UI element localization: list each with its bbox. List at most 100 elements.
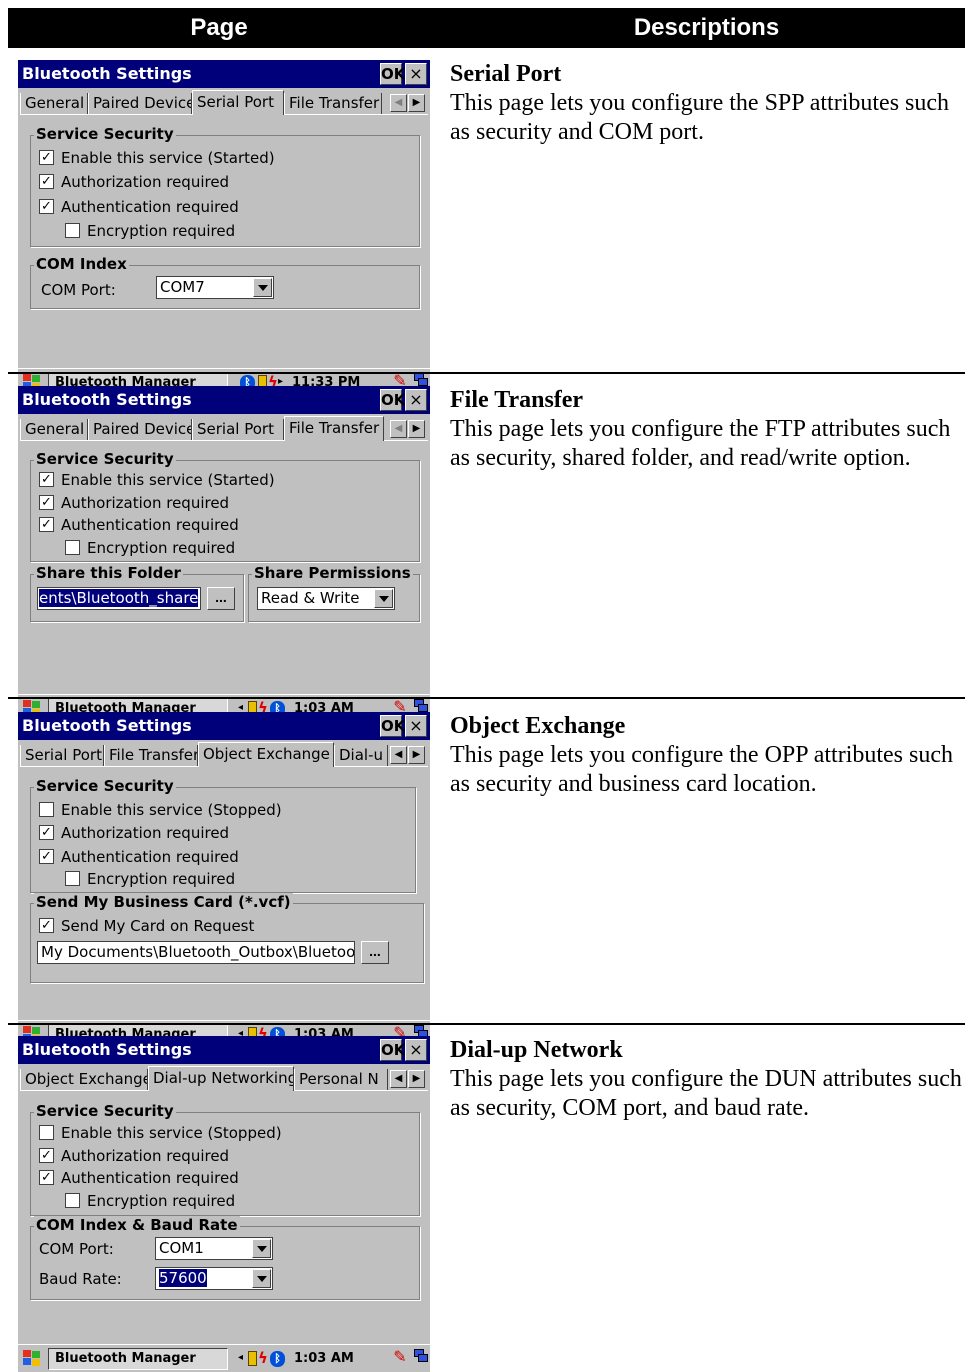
group-label: Send My Business Card (*.vcf) (34, 893, 293, 911)
input-panel-icon[interactable]: ✎ (390, 1349, 410, 1367)
group-service-security: Service Security ✓ Enable this service (S… (30, 450, 420, 562)
tab-personal-network[interactable]: Personal N (294, 1069, 388, 1090)
com-port-value: COM1 (159, 1239, 204, 1257)
start-icon[interactable] (23, 1350, 41, 1366)
close-button[interactable]: × (405, 63, 427, 85)
checkbox-icon: ✓ (39, 472, 54, 487)
checkbox-label: Enable this service (Started) (61, 149, 275, 167)
group-service-security: Service Security Enable this service (St… (30, 777, 416, 893)
tab-scroll-right-icon[interactable]: ▶ (408, 94, 425, 112)
desktop-icon[interactable] (414, 1349, 429, 1367)
card-path-value: My Documents\Bluetooth_Outbox\Bluetooth (41, 943, 355, 961)
window-title: Bluetooth Settings (22, 390, 192, 409)
tab-file-transfer[interactable]: File Transfer (104, 745, 198, 766)
group-label: Share this Folder (34, 564, 183, 582)
ok-button[interactable]: OK (380, 1039, 405, 1061)
tab-dial-up-networking[interactable]: Dial-up Networking (148, 1066, 294, 1091)
window-title: Bluetooth Settings (22, 1040, 192, 1059)
checkbox-icon: ✓ (39, 825, 54, 840)
clock[interactable]: 1:03 AM (294, 1348, 354, 1370)
permissions-select[interactable]: Read & Write (257, 587, 395, 610)
tab-scroll-left-icon[interactable]: ◀ (390, 94, 407, 112)
window-title: Bluetooth Settings (22, 64, 192, 83)
tab-scroll-left-icon[interactable]: ◀ (390, 746, 407, 764)
baud-rate-label: Baud Rate: (39, 1270, 122, 1288)
checkbox-label: Send My Card on Request (61, 917, 255, 935)
tab-file-transfer[interactable]: File Transfer (284, 93, 382, 114)
group-label: COM Index & Baud Rate (34, 1216, 240, 1234)
title-bar: Bluetooth Settings OK × (18, 1036, 430, 1064)
tab-scroll-left-icon[interactable]: ◀ (390, 1070, 407, 1088)
tab-scroll-right-icon[interactable]: ▶ (408, 420, 425, 438)
group-label: Share Permissions (252, 564, 413, 582)
checkbox-label: Authorization required (61, 173, 230, 191)
row-dial-up-network: Bluetooth Settings OK × Object Exchange … (8, 1036, 965, 1372)
checkbox-icon: ✓ (39, 495, 54, 510)
row-object-exchange: Bluetooth Settings OK × Serial Port File… (8, 712, 965, 1048)
checkbox-icon (65, 1193, 80, 1208)
ok-button[interactable]: OK (380, 389, 405, 411)
checkbox-icon (39, 1125, 54, 1140)
group-com-baud: COM Index & Baud Rate COM Port: COM1 Bau… (30, 1216, 420, 1300)
browse-folder-button[interactable]: ... (207, 587, 235, 610)
close-button[interactable]: × (405, 715, 427, 737)
checkbox-icon (65, 871, 80, 886)
ok-button[interactable]: OK (380, 63, 405, 85)
checkbox-label: Enable this service (Stopped) (61, 801, 282, 819)
description-object-exchange: Object Exchange This page lets you confi… (450, 712, 965, 799)
tab-object-exchange[interactable]: Object Exchange (20, 1069, 148, 1090)
tab-dial-up[interactable]: Dial-u (334, 745, 388, 766)
tab-file-transfer[interactable]: File Transfer (284, 416, 384, 441)
checkbox-label: Enable this service (Started) (61, 471, 275, 489)
screenshot-dial-up-network: Bluetooth Settings OK × Object Exchange … (18, 1036, 430, 1372)
ok-button[interactable]: OK (380, 715, 405, 737)
permissions-value: Read & Write (261, 589, 360, 607)
folder-path-field[interactable]: ents\Bluetooth_share (37, 587, 201, 610)
com-port-select[interactable]: COM7 (156, 276, 274, 299)
tab-serial-port[interactable]: Serial Port (20, 745, 104, 766)
description-text: This page lets you configure the SPP att… (450, 90, 950, 145)
table-header: Page Descriptions (8, 8, 965, 48)
tray-arrow-icon[interactable]: ◂ (238, 1349, 243, 1367)
tab-general[interactable]: General (20, 419, 88, 440)
bluetooth-icon[interactable]: ᛒ (270, 1351, 285, 1367)
close-button[interactable]: × (405, 389, 427, 411)
battery-icon[interactable] (248, 1351, 257, 1366)
browse-card-button[interactable]: ... (361, 941, 389, 964)
group-label: Service Security (34, 1102, 176, 1120)
title-bar: Bluetooth Settings OK × (18, 60, 430, 88)
tab-scroll-right-icon[interactable]: ▶ (408, 746, 425, 764)
card-path-field[interactable]: My Documents\Bluetooth_Outbox\Bluetooth (37, 941, 355, 964)
checkbox-label: Authorization required (61, 824, 230, 842)
taskbar: Bluetooth Manager ◂ ϟ ᛒ 1:03 AM ✎ (18, 1344, 430, 1372)
checkbox-label: Enable this service (Stopped) (61, 1124, 282, 1142)
tab-paired-device[interactable]: Paired Device (88, 419, 192, 440)
tab-serial-port[interactable]: Serial Port (192, 419, 284, 440)
baud-rate-select[interactable]: 57600 (155, 1267, 273, 1290)
tab-scroll-left-icon[interactable]: ◀ (390, 420, 407, 438)
checkbox-label: Encryption required (87, 870, 236, 888)
group-share-folder: Share this Folder ents\Bluetooth_share .… (30, 564, 244, 622)
taskbar-app-button[interactable]: Bluetooth Manager (48, 1348, 228, 1370)
checkbox-icon: ✓ (39, 918, 54, 933)
tab-paired-device[interactable]: Paired Device (88, 93, 192, 114)
group-label: Service Security (34, 777, 176, 795)
checkbox-label: Encryption required (87, 539, 236, 557)
checkbox-icon: ✓ (39, 1170, 54, 1185)
tab-object-exchange[interactable]: Object Exchange (198, 742, 334, 767)
com-port-select[interactable]: COM1 (155, 1237, 273, 1260)
checkbox-icon: ✓ (39, 199, 54, 214)
tab-serial-port[interactable]: Serial Port (192, 90, 284, 115)
com-port-value: COM7 (160, 278, 205, 296)
group-service-security: Service Security ✓ Enable this service (S… (30, 125, 420, 247)
tab-general[interactable]: General (20, 93, 88, 114)
group-label: Service Security (34, 450, 176, 468)
row-divider (8, 372, 965, 374)
description-title: Object Exchange (450, 713, 626, 739)
header-descriptions: Descriptions (633, 14, 780, 41)
system-tray: ◂ ϟ ᛒ 1:03 AM (236, 1348, 384, 1370)
row-divider (8, 1023, 965, 1025)
close-button[interactable]: × (405, 1039, 427, 1061)
group-com-index: COM Index COM Port: COM7 (30, 255, 420, 309)
tab-scroll-right-icon[interactable]: ▶ (408, 1070, 425, 1088)
